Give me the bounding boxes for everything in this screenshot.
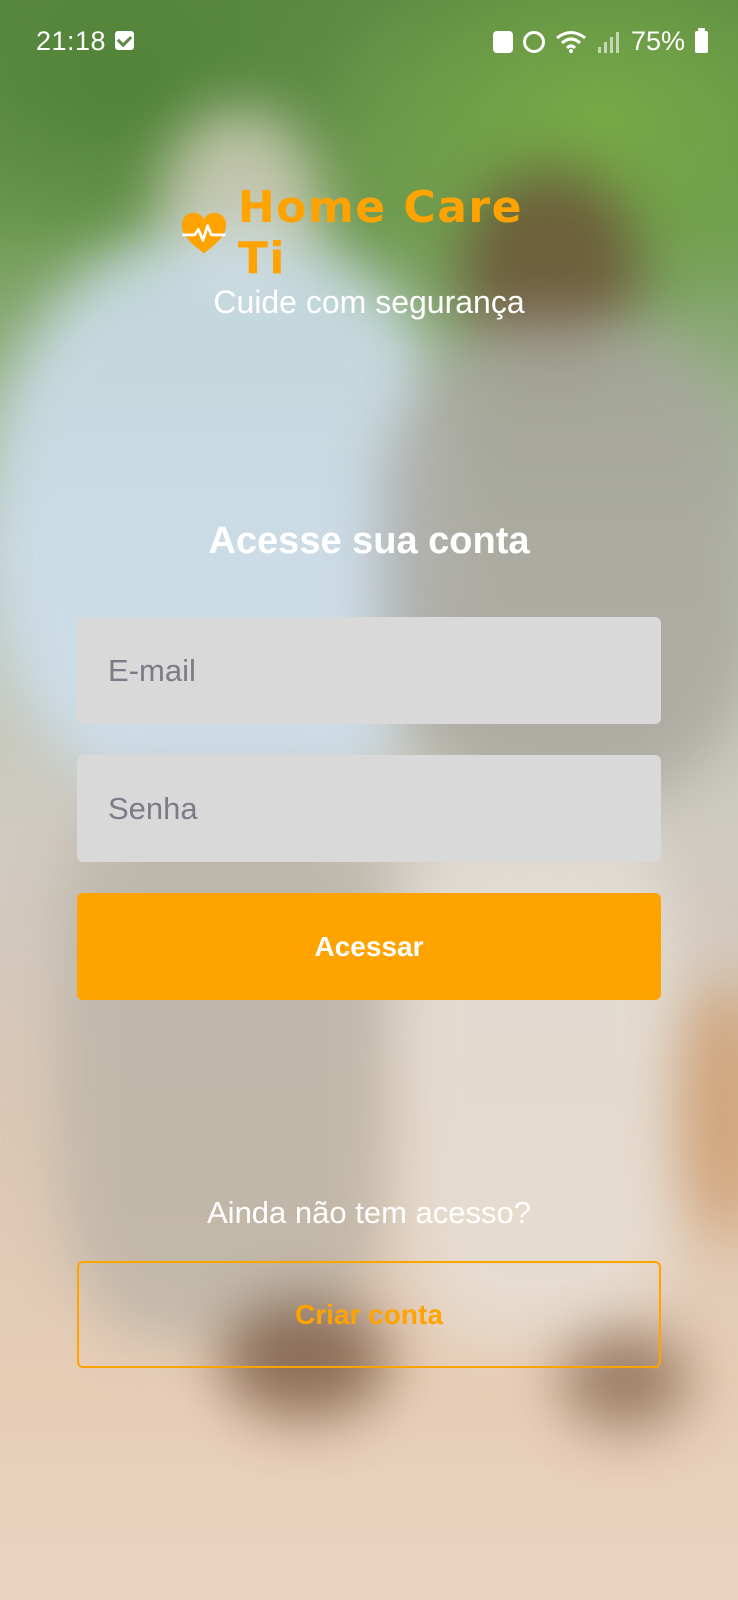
- status-bar: 21:18 75%: [0, 0, 738, 86]
- brand-name: Home Care Ti: [237, 182, 523, 284]
- brand-logo: Home Care Ti: [180, 182, 560, 284]
- recycle-icon: [492, 30, 513, 53]
- battery-icon: [695, 27, 708, 53]
- wifi-icon: [556, 30, 586, 53]
- status-icons: 75%: [492, 26, 708, 57]
- battery-percent: 75%: [630, 26, 685, 56]
- password-field[interactable]: [77, 755, 661, 862]
- signal-icon: [597, 31, 619, 53]
- tagline: Cuide com segurança: [213, 284, 525, 320]
- signup-prompt: Ainda não tem acesso?: [207, 1195, 531, 1230]
- check-notification-icon: [115, 31, 134, 50]
- email-field[interactable]: [77, 617, 661, 724]
- heart-pulse-icon: [181, 212, 227, 254]
- create-account-button[interactable]: Criar conta: [77, 1261, 661, 1368]
- login-title: Acesse sua conta: [208, 520, 530, 562]
- alarm-icon: [522, 30, 545, 53]
- login-button[interactable]: Acessar: [77, 893, 661, 1000]
- status-time: 21:18: [36, 26, 107, 56]
